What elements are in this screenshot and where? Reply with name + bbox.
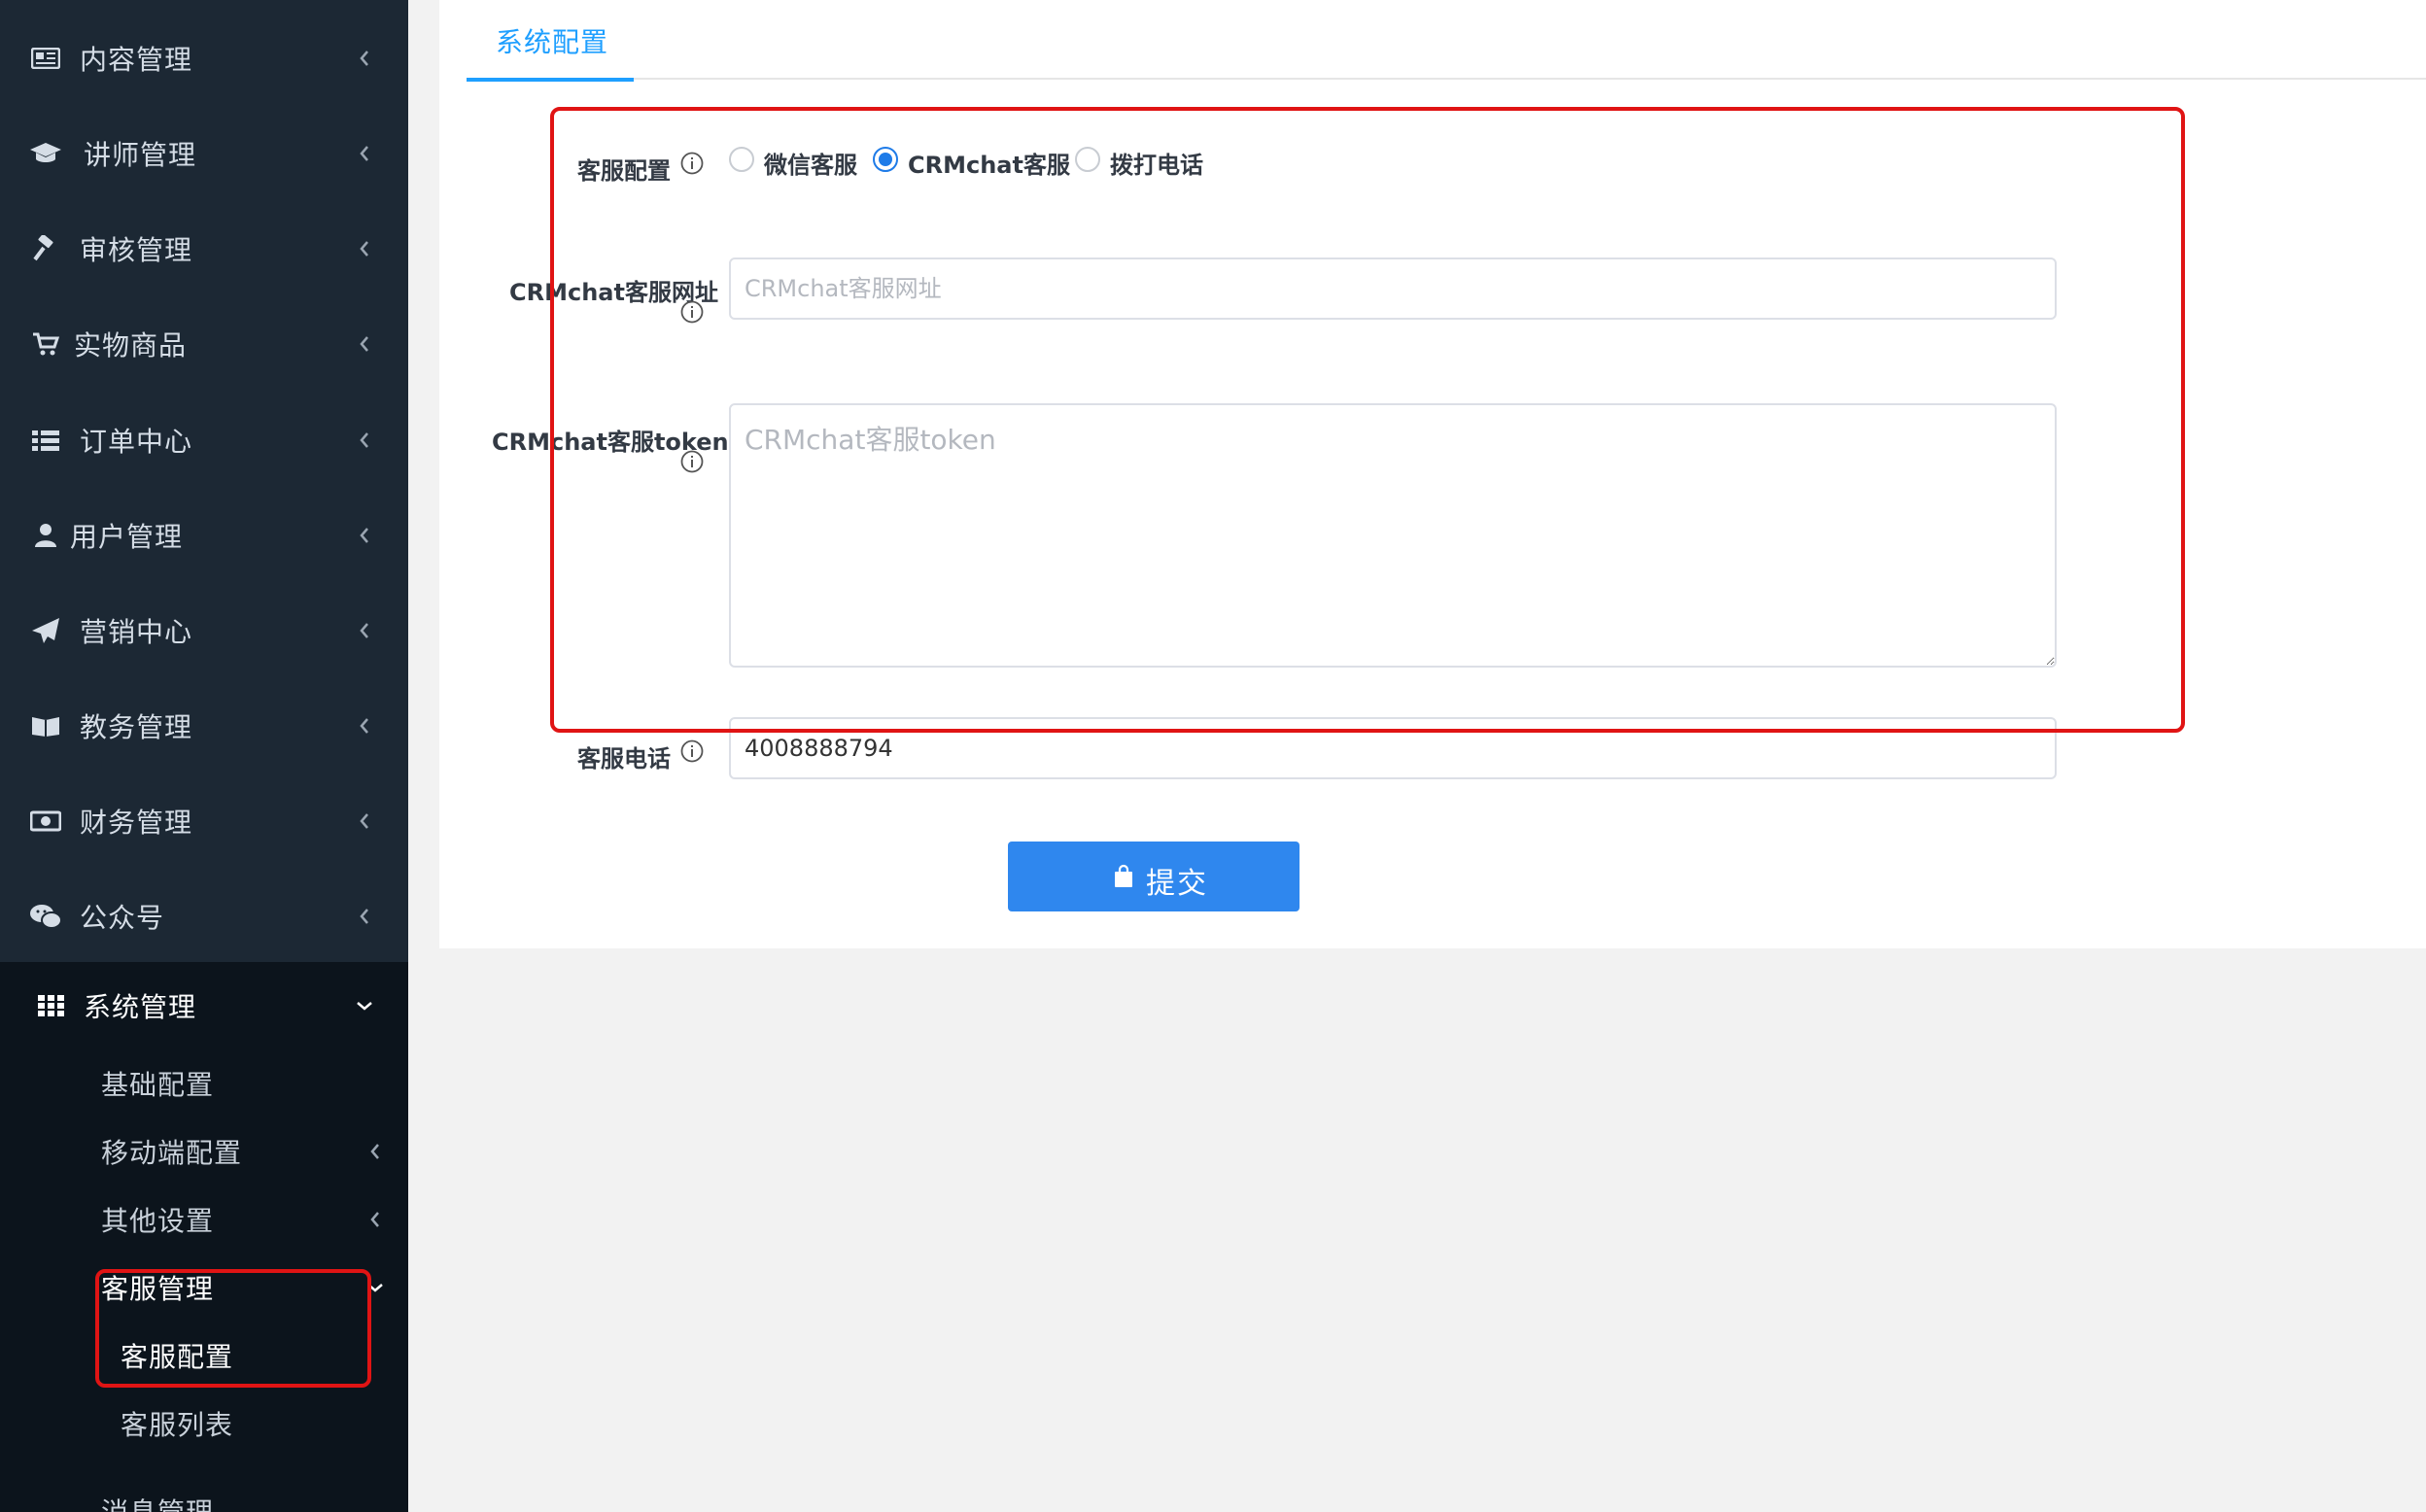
crmchat-token-textarea[interactable] [729, 403, 2057, 668]
list-icon [29, 426, 62, 455]
gavel-icon [29, 234, 62, 263]
info-icon[interactable] [680, 450, 704, 473]
sidebar-sub-message-management[interactable]: 消息管理 [0, 1482, 408, 1512]
sidebar-item-label: 实物商品 [74, 329, 188, 361]
sidebar-item-label: 讲师管理 [84, 139, 197, 171]
sidebar-item-finance[interactable]: 财务管理 [0, 777, 408, 865]
chevron-left-icon [354, 48, 375, 69]
tab-bar [467, 0, 2426, 80]
paper-plane-icon [29, 616, 62, 645]
sidebar-sub-label: 消息管理 [101, 1492, 214, 1512]
sidebar-item-label: 系统管理 [84, 991, 197, 1023]
sidebar-item-wechat[interactable]: 公众号 [0, 873, 408, 960]
chevron-down-icon [354, 995, 375, 1016]
submit-button-label: 提交 [1146, 868, 1208, 900]
sidebar-item-users[interactable]: 用户管理 [0, 492, 408, 579]
sidebar-item-lecturer[interactable]: 讲师管理 [0, 110, 408, 197]
sidebar-sub-label: 基础配置 [101, 1069, 215, 1101]
sidebar-sub-other-settings[interactable]: 其他设置 [0, 1190, 408, 1249]
sidebar-item-label: 内容管理 [80, 44, 193, 76]
chevron-left-icon [354, 238, 375, 259]
cart-icon [29, 329, 62, 359]
sidebar-item-label: 财务管理 [80, 807, 193, 839]
service-phone-input[interactable] [729, 717, 2057, 779]
sidebar-item-label: 营销中心 [80, 616, 193, 648]
info-icon[interactable] [680, 152, 704, 175]
chevron-left-icon [354, 715, 375, 737]
radio-crmchat-service-label[interactable]: CRMchat客服 [908, 146, 1070, 180]
chevron-left-icon [354, 525, 375, 546]
sidebar-sub-label: 客服管理 [101, 1273, 215, 1305]
sidebar-item-marketing[interactable]: 营销中心 [0, 587, 408, 674]
system-submenu: 系统管理 基础配置 移动端配置 其他设置 客服管理 客服配置 客服列表 消息管理 [0, 962, 408, 1512]
user-icon [29, 521, 62, 550]
crmchat-url-input[interactable] [729, 258, 2057, 320]
sidebar-sub-service-list[interactable]: 客服列表 [0, 1394, 408, 1453]
chevron-left-icon [365, 1210, 385, 1229]
tab-system-config[interactable]: 系统配置 [467, 0, 634, 82]
sidebar-item-goods[interactable]: 实物商品 [0, 300, 408, 388]
chevron-left-icon [354, 906, 375, 927]
sidebar-sub-label: 移动端配置 [101, 1137, 243, 1169]
sidebar: 内容管理 讲师管理 审核管理 实物商品 订单中心 用户管理 营销中心 教务管理 … [0, 0, 408, 1512]
sidebar-sub-mobile-config[interactable]: 移动端配置 [0, 1122, 408, 1181]
sidebar-item-label: 教务管理 [80, 711, 193, 743]
sidebar-sub-label: 客服配置 [121, 1341, 234, 1373]
info-icon[interactable] [680, 300, 704, 324]
chevron-left-icon [354, 430, 375, 451]
sidebar-sub-service-management[interactable]: 客服管理 [0, 1258, 408, 1317]
sidebar-sub-service-config[interactable]: 客服配置 [0, 1326, 408, 1385]
info-icon[interactable] [680, 739, 704, 763]
sidebar-item-academic[interactable]: 教务管理 [0, 682, 408, 770]
sidebar-sub-basic-config[interactable]: 基础配置 [0, 1054, 408, 1113]
sidebar-item-content[interactable]: 内容管理 [0, 15, 408, 102]
wechat-icon [29, 902, 62, 931]
money-icon [29, 807, 62, 836]
book-icon [29, 711, 62, 740]
radio-wechat-service-label[interactable]: 微信客服 [764, 146, 857, 180]
service-config-label: 客服配置 [577, 157, 671, 185]
sidebar-sub-label: 其他设置 [101, 1205, 215, 1237]
service-phone-label: 客服电话 [577, 745, 671, 773]
chevron-left-icon [365, 1142, 385, 1161]
chevron-left-icon [354, 143, 375, 164]
radio-crmchat-service[interactable] [873, 147, 898, 172]
sidebar-item-label: 审核管理 [80, 234, 193, 266]
sidebar-sub-label: 客服列表 [121, 1409, 234, 1441]
chevron-down-icon [365, 1278, 385, 1297]
radio-phone-call[interactable] [1075, 147, 1100, 172]
newspaper-icon [29, 44, 62, 73]
sidebar-item-label: 订单中心 [80, 426, 193, 458]
sidebar-item-audit[interactable]: 审核管理 [0, 205, 408, 292]
submit-button[interactable]: 提交 [1008, 842, 1300, 911]
sidebar-item-system[interactable]: 系统管理 [0, 962, 408, 1049]
tab-label: 系统配置 [496, 26, 609, 58]
sidebar-item-orders[interactable]: 订单中心 [0, 396, 408, 484]
sidebar-item-label: 用户管理 [70, 521, 184, 553]
graduation-cap-icon [29, 139, 62, 168]
sidebar-item-label: 公众号 [80, 902, 165, 934]
chevron-left-icon [354, 620, 375, 641]
shopping-bag-icon [1113, 864, 1134, 889]
grid-icon [35, 991, 68, 1020]
chevron-left-icon [354, 810, 375, 832]
radio-phone-call-label[interactable]: 拨打电话 [1110, 146, 1203, 180]
chevron-left-icon [354, 333, 375, 355]
radio-wechat-service[interactable] [729, 147, 754, 172]
